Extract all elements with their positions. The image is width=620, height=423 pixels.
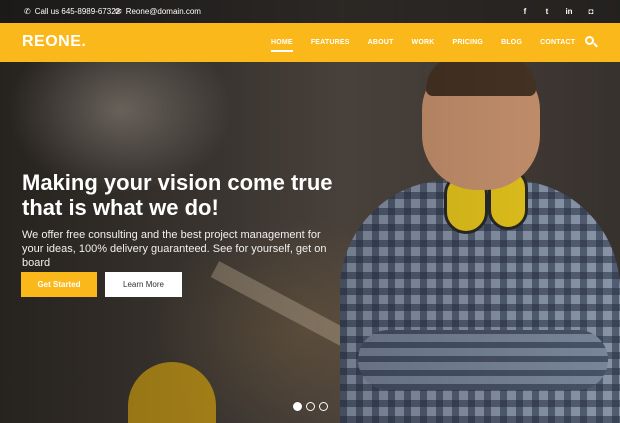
email-contact[interactable]: ✉ Reone@domain.com <box>115 0 201 23</box>
nav-item-features[interactable]: FEATURES <box>311 39 350 46</box>
linkedin-icon[interactable]: in <box>564 7 574 16</box>
facebook-icon[interactable]: f <box>520 7 530 16</box>
instagram-icon[interactable]: ◘ <box>586 7 596 16</box>
site-logo[interactable]: REONE. <box>22 33 86 51</box>
nav-item-blog[interactable]: BLOG <box>501 39 522 46</box>
hero-headline: Making your vision come true that is wha… <box>22 170 352 220</box>
email-address: Reone@domain.com <box>125 7 201 16</box>
subline-line-1: We offer free consulting and the best pr… <box>22 229 321 241</box>
learn-more-button[interactable]: Learn More <box>105 272 182 297</box>
hero-subline: We offer free consulting and the best pr… <box>22 228 342 270</box>
phone-contact[interactable]: ✆ Call us 645-8989-67322 <box>24 0 120 23</box>
nav-item-pricing[interactable]: PRICING <box>452 39 483 46</box>
slider-dot-3[interactable] <box>319 402 328 411</box>
envelope-icon: ✉ <box>115 7 122 16</box>
headline-line-2: that is what we do! <box>22 195 219 220</box>
slider-pagination <box>293 402 328 411</box>
phone-icon: ✆ <box>24 7 31 16</box>
nav-item-about[interactable]: ABOUT <box>368 39 394 46</box>
search-icon[interactable] <box>585 36 599 50</box>
get-started-button[interactable]: Get Started <box>21 272 97 297</box>
nav-item-home[interactable]: HOME <box>271 39 293 52</box>
main-navbar: REONE. HOME FEATURES ABOUT WORK PRICING … <box>0 23 620 62</box>
headline-line-1: Making your vision come true <box>22 170 333 195</box>
social-links: f t in ◘ <box>520 0 596 23</box>
nav-menu: HOME FEATURES ABOUT WORK PRICING BLOG CO… <box>262 23 584 62</box>
slider-dot-1[interactable] <box>293 402 302 411</box>
landing-page: ✆ Call us 645-8989-67322 ✉ Reone@domain.… <box>0 0 620 423</box>
slider-dot-2[interactable] <box>306 402 315 411</box>
twitter-icon[interactable]: t <box>542 7 552 16</box>
top-contact-bar: ✆ Call us 645-8989-67322 ✉ Reone@domain.… <box>0 0 620 23</box>
phone-number: Call us 645-8989-67322 <box>34 7 121 16</box>
nav-item-work[interactable]: WORK <box>412 39 435 46</box>
subline-line-2: your ideas, 100% delivery guaranteed. Se… <box>22 243 327 269</box>
nav-item-contact[interactable]: CONTACT <box>540 39 575 46</box>
